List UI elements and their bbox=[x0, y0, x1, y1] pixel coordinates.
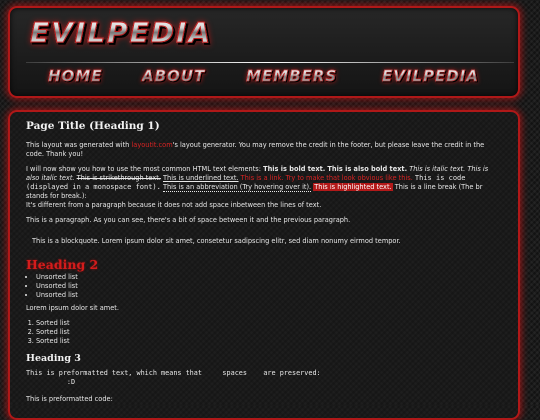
list-item: Unsorted list bbox=[36, 282, 502, 291]
underlined-text: This is underlined text. bbox=[163, 174, 239, 182]
nav-about[interactable]: ABOUT bbox=[142, 67, 205, 86]
intro-paragraph: This layout was generated with layoutit.… bbox=[26, 141, 485, 158]
list-item: Unsorted list bbox=[36, 291, 502, 300]
blockquote: This is a blockquote. Lorem ipsum dolor … bbox=[32, 237, 401, 245]
main-nav: HOME ABOUT MEMBERS EVILPEDIA bbox=[10, 67, 522, 93]
highlighted-text: This is highlighted text. bbox=[313, 183, 393, 191]
heading-3: Heading 3 bbox=[26, 353, 81, 364]
strikethrough-text: This is strikethrough text. bbox=[76, 174, 161, 182]
lorem-paragraph: Lorem ipsum dolor sit amet. bbox=[26, 304, 119, 312]
header-divider bbox=[26, 62, 514, 63]
site-header: EVILPEDIA HOME ABOUT MEMBERS EVILPEDIA bbox=[8, 6, 520, 98]
list-item: Unsorted list bbox=[36, 273, 502, 282]
heading-2: Heading 2 bbox=[26, 257, 99, 272]
list-item: Sorted list bbox=[36, 319, 502, 328]
list-item: Sorted list bbox=[36, 337, 502, 346]
preformatted-text: This is preformatted text, which means t… bbox=[26, 369, 321, 386]
bold-text: This is bold text. bbox=[263, 165, 326, 173]
nav-home[interactable]: HOME bbox=[48, 67, 102, 86]
italic-text: This is italic text. bbox=[409, 165, 466, 173]
page-title: Page Title (Heading 1) bbox=[26, 120, 160, 132]
text-elements-paragraph: I will now show you how to use the most … bbox=[26, 165, 489, 209]
preformatted-code-label: This is preformatted code: bbox=[26, 395, 113, 403]
main-content: Page Title (Heading 1) This layout was g… bbox=[8, 110, 520, 420]
list-item: Sorted list bbox=[36, 328, 502, 337]
bold-text-alt: This is also bold text. bbox=[327, 165, 408, 173]
abbreviation[interactable]: This is an abbreviation (Try hovering ov… bbox=[162, 183, 312, 192]
example-link[interactable]: This is a link. Try to make that look ob… bbox=[241, 174, 413, 182]
generator-link[interactable]: layoutit.com bbox=[131, 141, 172, 149]
after-break-text: It's different from a paragraph because … bbox=[26, 201, 322, 209]
site-logo[interactable]: EVILPEDIA bbox=[29, 16, 212, 50]
unsorted-list: Unsorted list Unsorted list Unsorted lis… bbox=[26, 273, 502, 300]
paragraph: This is a paragraph. As you can see, the… bbox=[26, 216, 351, 224]
nav-members[interactable]: MEMBERS bbox=[246, 67, 337, 86]
sorted-list: Sorted list Sorted list Sorted list bbox=[26, 319, 502, 346]
nav-evilpedia[interactable]: EVILPEDIA bbox=[382, 67, 479, 86]
